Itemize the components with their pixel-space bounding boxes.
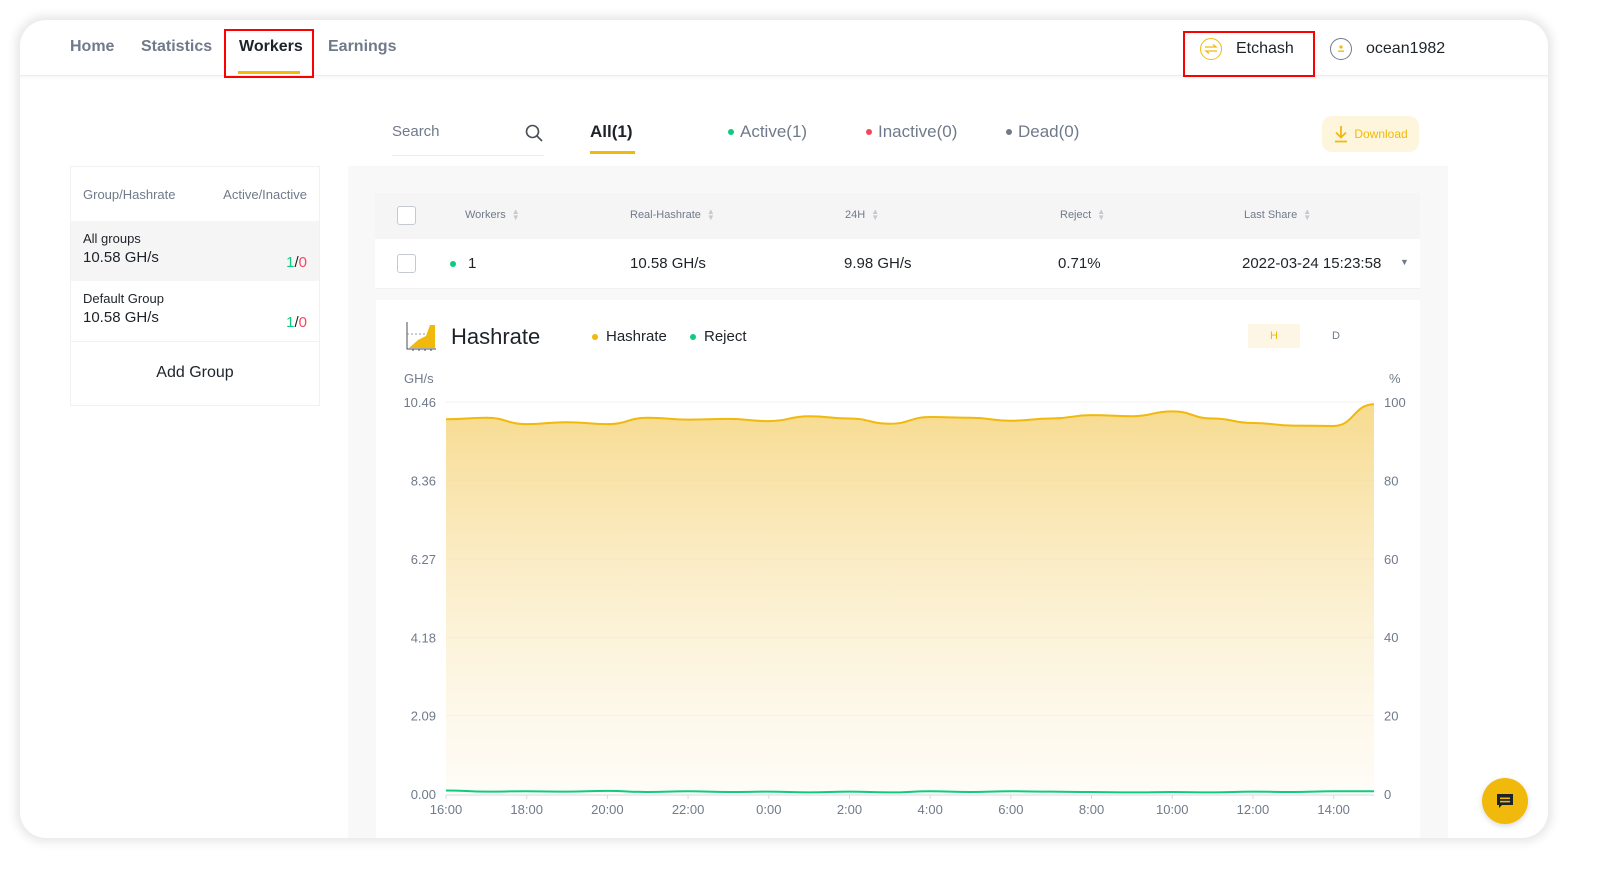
download-button[interactable]: Download — [1322, 116, 1419, 152]
x-tick-label: 18:00 — [510, 802, 543, 817]
group-ratio: 1/0 — [286, 254, 307, 271]
real-hashrate-cell: 10.58 GH/s — [630, 255, 706, 272]
x-tick-label: 0:00 — [756, 802, 781, 817]
hashrate-chart: GH/s % 0.00 2.09 4.18 6.27 8.36 10.46 0 20 40 60… — [403, 371, 1406, 817]
app-window: Home Statistics Workers Earnings Etchash… — [20, 20, 1548, 838]
group-name: All groups — [83, 231, 141, 246]
sort-icon: ▲ ▼ — [871, 207, 880, 222]
user-avatar-icon — [1330, 38, 1352, 60]
chat-support-button[interactable] — [1482, 778, 1528, 824]
y-tick-right: 40 — [1384, 630, 1398, 645]
sort-icon: ▲ ▼ — [706, 207, 715, 222]
x-tick-label: 2:00 — [837, 802, 862, 817]
nav-earnings[interactable]: Earnings — [328, 38, 396, 56]
group-hashrate: 10.58 GH/s — [83, 309, 159, 326]
y-axis-left-label: GH/s — [404, 371, 434, 386]
x-tick-label: 10:00 — [1156, 802, 1189, 817]
col-24h[interactable]: 24H ▲ ▼ — [845, 207, 880, 222]
group-panel-header: Group/Hashrate Active/Inactive — [71, 167, 319, 221]
user-menu[interactable]: ocean1982 — [1330, 38, 1445, 60]
group-row-all[interactable]: All groups 10.58 GH/s 1/0 — [71, 221, 319, 281]
y-tick-right: 60 — [1384, 552, 1398, 567]
x-tick-label: 4:00 — [918, 802, 943, 817]
tab-dead[interactable]: Dead(0) — [1006, 122, 1079, 142]
y-axis-right-label: % — [1389, 371, 1401, 386]
tab-active[interactable]: Active(1) — [728, 122, 807, 142]
group-hashrate: 10.58 GH/s — [83, 249, 159, 266]
tab-active-underline — [590, 151, 635, 154]
x-tick-label: 12:00 — [1237, 802, 1270, 817]
search-input[interactable] — [392, 120, 502, 140]
y-tick-left: 8.36 — [411, 474, 436, 489]
status-dot — [450, 260, 456, 267]
group-ratio: 1/0 — [286, 314, 307, 331]
y-tick-left: 4.18 — [411, 630, 436, 645]
worker-name[interactable]: 1 — [450, 255, 476, 272]
x-tick-label: 14:00 — [1317, 802, 1350, 817]
group-row-default[interactable]: Default Group 10.58 GH/s 1/0 — [71, 281, 319, 341]
select-all-checkbox[interactable] — [397, 206, 416, 225]
expand-row-icon[interactable]: ▼ — [1400, 257, 1409, 267]
tab-dead-label: Dead(0) — [1018, 122, 1080, 141]
workers-table: Workers ▲ ▼ Real-Hashrate ▲ ▼ 24H ▲ ▼ Reject ▲ ▼… — [375, 193, 1420, 289]
tab-all[interactable]: All(1) — [590, 122, 633, 142]
add-group-button[interactable]: Add Group — [71, 341, 319, 403]
dead-dot — [1006, 129, 1012, 135]
hashrate-chart-card: Hashrate Hashrate Reject H D GH/s % 0.00… — [376, 300, 1420, 838]
table-header: Workers ▲ ▼ Real-Hashrate ▲ ▼ 24H ▲ ▼ Reject ▲ ▼… — [375, 193, 1420, 239]
col-last-share[interactable]: Last Share ▲ ▼ — [1244, 207, 1312, 222]
y-tick-right: 100 — [1384, 395, 1406, 410]
group-hashrate-header: Group/Hashrate — [83, 186, 176, 202]
y-tick-left: 10.46 — [403, 395, 436, 410]
col-reject[interactable]: Reject ▲ ▼ — [1060, 207, 1106, 222]
y-tick-right: 80 — [1384, 473, 1398, 488]
sort-icon: ▲ ▼ — [1097, 207, 1106, 222]
x-tick-label: 8:00 — [1079, 802, 1104, 817]
active-dot — [728, 129, 734, 135]
col-workers[interactable]: Workers ▲ ▼ — [465, 207, 520, 222]
chat-icon — [1497, 794, 1513, 808]
y-tick-right: 20 — [1384, 709, 1398, 724]
nav-statistics[interactable]: Statistics — [141, 38, 212, 56]
inactive-dot — [866, 129, 872, 135]
username: ocean1982 — [1366, 40, 1446, 57]
active-inactive-header: Active/Inactive — [223, 186, 307, 202]
sort-icon: ▲ ▼ — [511, 207, 520, 222]
y-tick-right: 0 — [1384, 787, 1391, 802]
row-checkbox[interactable] — [397, 254, 416, 273]
download-icon — [1335, 126, 1348, 143]
y-tick-left: 2.09 — [411, 709, 436, 724]
search-icon[interactable] — [524, 123, 544, 148]
col-real-hashrate[interactable]: Real-Hashrate ▲ ▼ — [630, 207, 715, 222]
x-tick-label: 22:00 — [672, 802, 705, 817]
reject-cell: 0.71% — [1058, 255, 1101, 272]
group-name: Default Group — [83, 291, 164, 306]
h24-cell: 9.98 GH/s — [844, 255, 912, 272]
last-share-cell: 2022-03-24 15:23:58 — [1242, 255, 1382, 272]
x-tick-label: 6:00 — [998, 802, 1023, 817]
nav-home[interactable]: Home — [70, 38, 114, 56]
tab-inactive[interactable]: Inactive(0) — [866, 122, 957, 142]
x-tick-label: 16:00 — [430, 802, 463, 817]
highlight-box-algorithm — [1183, 31, 1315, 77]
download-label: Download — [1354, 127, 1408, 141]
sort-icon: ▲ ▼ — [1303, 207, 1312, 222]
y-tick-left: 0.00 — [411, 787, 436, 802]
top-nav: Home Statistics Workers Earnings Etchash… — [20, 20, 1548, 78]
tab-inactive-label: Inactive(0) — [878, 122, 958, 141]
table-row[interactable]: 1 10.58 GH/s 9.98 GH/s 0.71% 2022-03-24 … — [375, 239, 1420, 289]
tab-active-label: Active(1) — [740, 122, 808, 141]
highlight-box-workers — [224, 29, 314, 78]
group-panel: Group/Hashrate Active/Inactive All group… — [70, 166, 320, 406]
x-tick-label: 20:00 — [591, 802, 624, 817]
hashrate-area — [446, 404, 1374, 794]
y-tick-left: 6.27 — [411, 552, 436, 567]
search-field[interactable] — [392, 120, 544, 156]
